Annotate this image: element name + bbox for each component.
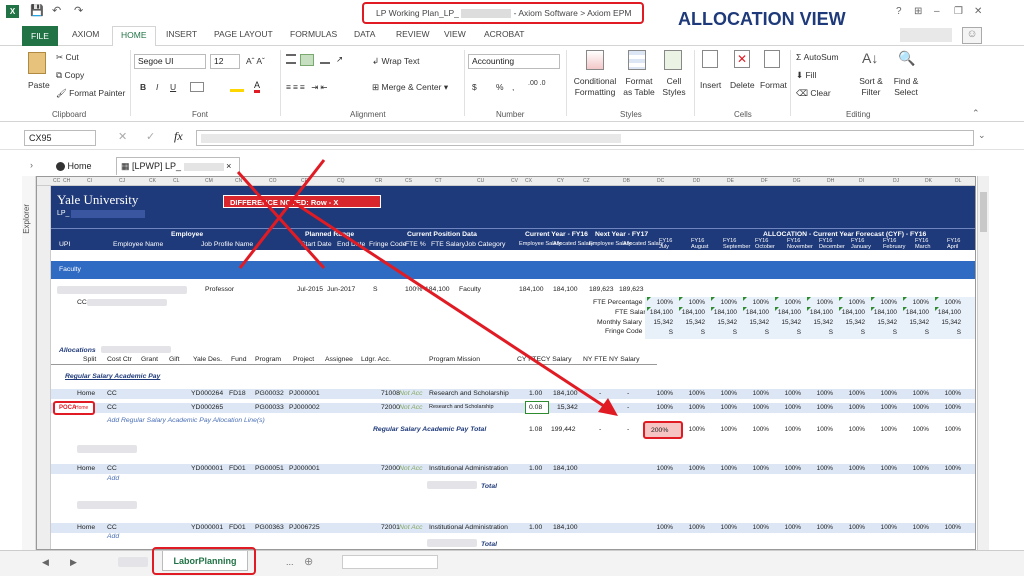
redacted-tab [118,557,148,567]
annotation-overlay [236,159,618,416]
arrow-head [598,398,618,416]
more-sheets-icon[interactable]: ... [286,557,294,567]
annotation-arrow [289,198,611,412]
prev-sheet-icon[interactable]: ◀ [42,557,49,568]
sheet-tab-laborplanning[interactable]: LaborPlanning [162,551,248,571]
sheet-tab-bar: ◀ ▶ LaborPlanning ... ⊕ [0,547,1024,576]
add-sheet-icon[interactable]: ⊕ [304,555,313,568]
next-sheet-icon[interactable]: ▶ [70,557,77,568]
horizontal-scrollbar[interactable] [342,555,438,569]
